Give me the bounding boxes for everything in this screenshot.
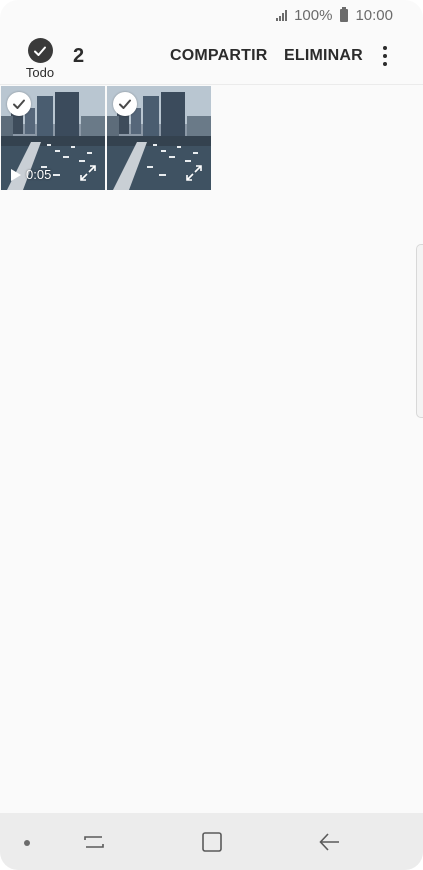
- check-icon[interactable]: [113, 92, 137, 116]
- check-circle-icon: [27, 38, 53, 63]
- select-all-label: Todo: [25, 65, 55, 80]
- back-icon[interactable]: [317, 829, 343, 855]
- recent-apps-icon[interactable]: [81, 829, 107, 855]
- battery-percent: 100%: [294, 6, 333, 24]
- clock: 10:00: [355, 6, 393, 24]
- delete-button[interactable]: ELIMINAR: [284, 47, 363, 65]
- battery-icon: [340, 6, 349, 22]
- more-options-icon[interactable]: [378, 44, 392, 68]
- status-bar: 100% 10:00: [0, 0, 423, 30]
- nav-dot-icon[interactable]: [24, 840, 30, 846]
- edge-panel-handle[interactable]: [416, 244, 423, 418]
- check-icon[interactable]: [7, 92, 31, 116]
- media-thumbnail-image[interactable]: [107, 86, 211, 190]
- selected-count: 2: [73, 45, 85, 67]
- video-duration-badge: 0:05: [11, 167, 51, 182]
- expand-icon[interactable]: [185, 164, 203, 182]
- video-duration: 0:05: [26, 167, 52, 182]
- selection-action-bar: Todo 2 COMPARTIR ELIMINAR: [0, 30, 423, 85]
- play-icon: [11, 168, 21, 181]
- signal-icon: [276, 9, 288, 21]
- gallery-selection-screen: 100% 10:00 Todo 2 COMPARTIR ELIMINAR 0:0…: [0, 0, 423, 870]
- home-icon[interactable]: [199, 829, 225, 855]
- select-all-button[interactable]: Todo: [22, 38, 58, 80]
- share-button[interactable]: COMPARTIR: [170, 47, 268, 65]
- navigation-bar: [0, 813, 423, 870]
- media-thumbnail-video[interactable]: 0:05: [1, 86, 105, 190]
- expand-icon[interactable]: [79, 164, 97, 182]
